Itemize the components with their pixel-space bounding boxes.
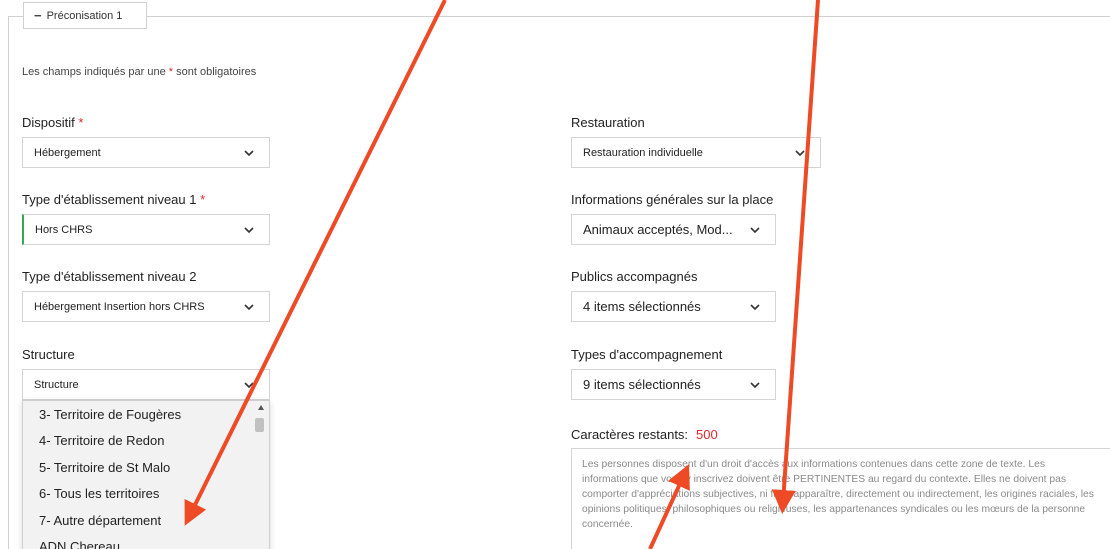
type-niveau1-select[interactable]: Hors CHRS [22,214,270,245]
type-niveau2-label: Type d'établissement niveau 2 [22,269,197,284]
chevron-down-icon [750,227,760,234]
scroll-thumb[interactable] [255,418,264,432]
chars-remaining-count: 500 [696,427,718,442]
type-niveau2-select[interactable]: Hébergement Insertion hors CHRS [22,291,270,322]
chevron-down-icon [244,227,254,234]
structure-option[interactable]: 5- Territoire de St Malo [23,454,269,481]
structure-select[interactable]: Structure [22,369,270,400]
restauration-select[interactable]: Restauration individuelle [571,137,821,168]
preconisation-toggle[interactable]: − Préconisation 1 [23,2,147,29]
types-accompagnement-select[interactable]: 9 items sélectionnés [571,369,776,400]
types-accompagnement-label: Types d'accompagnement [571,347,723,362]
structure-option[interactable]: 4- Territoire de Redon [23,428,269,455]
legend-label: Préconisation 1 [46,9,123,22]
chevron-down-icon [244,150,254,157]
chevron-down-icon [244,382,254,389]
publics-label: Publics accompagnés [571,269,698,284]
dispositif-select[interactable]: Hébergement [22,137,270,168]
chevron-down-icon [750,304,760,311]
chevron-down-icon [795,150,805,157]
comment-textarea[interactable]: Les personnes disposent d'un droit d'acc… [571,448,1110,549]
chevron-down-icon [750,382,760,389]
restauration-label: Restauration [571,115,645,130]
structure-option[interactable]: 6- Tous les territoires [23,481,269,508]
required-fields-note: Les champs indiqués par une * sont oblig… [22,66,257,78]
collapse-icon: − [34,8,42,23]
infos-place-label: Informations générales sur la place [571,192,774,207]
structure-option[interactable]: 7- Autre département [23,507,269,534]
structure-label: Structure [22,347,75,362]
publics-select[interactable]: 4 items sélectionnés [571,291,776,322]
dispositif-label: Dispositif * [22,115,84,130]
structure-option[interactable]: 3- Territoire de Fougères [23,401,269,428]
structure-option[interactable]: ADN Chereau [23,534,269,549]
type-niveau1-label: Type d'établissement niveau 1 * [22,192,206,207]
infos-place-select[interactable]: Animaux acceptés, Mod... [571,214,776,245]
structure-dropdown-list[interactable]: 3- Territoire de Fougères 4- Territoire … [22,400,270,549]
scroll-up-icon[interactable] [258,405,264,410]
chevron-down-icon [244,304,254,311]
required-star: * [168,66,174,78]
chars-remaining: Caractères restants: 500 [571,427,718,442]
